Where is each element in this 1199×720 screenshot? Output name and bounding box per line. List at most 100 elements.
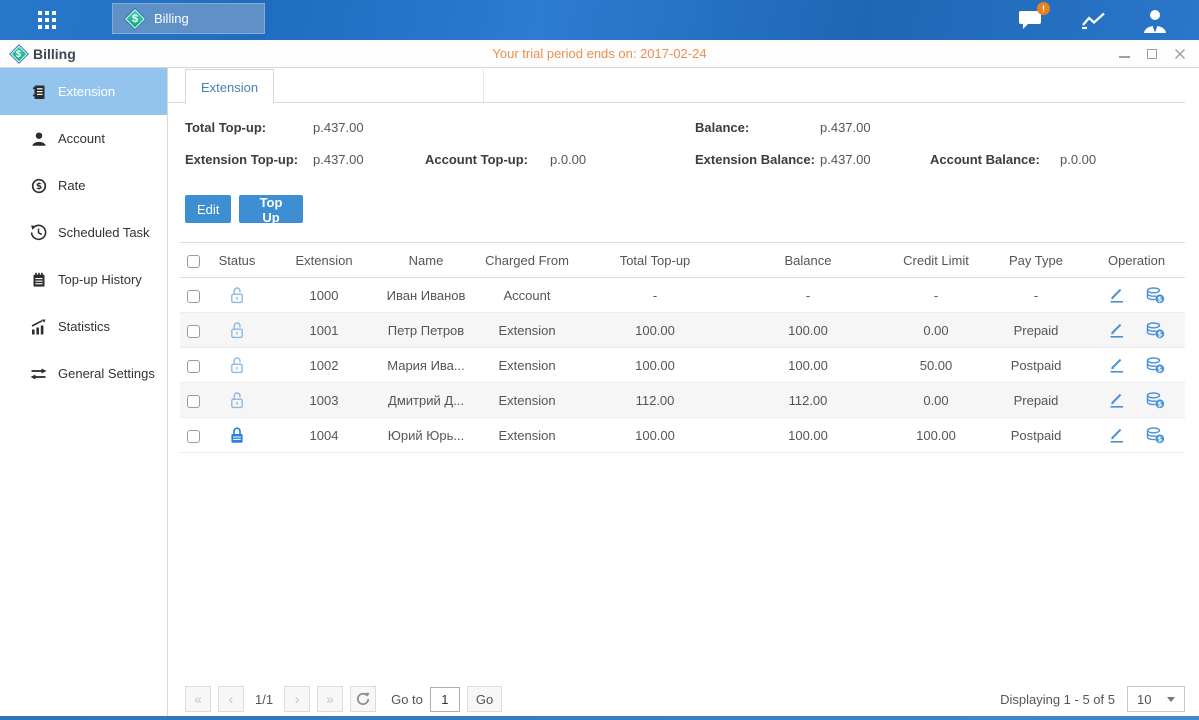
edit-row-icon[interactable] — [1108, 426, 1126, 444]
row-checkbox[interactable] — [187, 430, 200, 443]
row-checkbox[interactable] — [187, 360, 200, 373]
cell-credit-limit: 0.00 — [888, 313, 984, 348]
row-checkbox[interactable] — [187, 290, 200, 303]
sidebar-item-rate[interactable]: $ Rate — [0, 162, 167, 209]
extension-balance-value: p.437.00 — [820, 152, 871, 167]
edit-row-icon[interactable] — [1108, 286, 1126, 304]
unlocked-icon[interactable] — [229, 286, 245, 305]
general-settings-icon — [30, 365, 47, 382]
statistics-icon — [30, 318, 47, 335]
sidebar-item-extension[interactable]: Extension — [0, 68, 167, 115]
cell-extension: 1004 — [268, 418, 380, 453]
cell-charged-from: Extension — [472, 313, 582, 348]
prev-page-button[interactable]: ‹ — [218, 686, 244, 712]
edit-button[interactable]: Edit — [185, 195, 231, 223]
cell-credit-limit: - — [888, 278, 984, 313]
cell-name: Петр Петров — [380, 313, 472, 348]
edit-row-icon[interactable] — [1108, 391, 1126, 409]
extension-icon — [30, 83, 47, 100]
sidebar-item-account[interactable]: Account — [0, 115, 167, 162]
account-balance-label: Account Balance: — [930, 152, 1040, 167]
sidebar-item-label: General Settings — [58, 366, 155, 381]
statistics-trend-icon[interactable] — [1077, 7, 1109, 33]
cell-balance: 100.00 — [728, 313, 888, 348]
unlocked-icon[interactable] — [229, 321, 245, 340]
table-row[interactable]: 1003 Дмитрий Д... Extension 112.00 112.0… — [180, 383, 1185, 418]
table-row[interactable]: 1002 Мария Ива... Extension 100.00 100.0… — [180, 348, 1185, 383]
app-tab-billing[interactable]: $ Billing — [112, 3, 265, 34]
page-size-select[interactable]: 10 — [1127, 686, 1185, 712]
topup-row-icon[interactable]: $ — [1145, 287, 1165, 304]
tab-extension[interactable]: Extension — [185, 69, 274, 104]
sidebar-item-statistics[interactable]: Statistics — [0, 303, 167, 350]
cell-charged-from: Account — [472, 278, 582, 313]
scheduled-task-icon — [30, 224, 47, 241]
table-row[interactable]: 1001 Петр Петров Extension 100.00 100.00… — [180, 313, 1185, 348]
window-bottom-edge — [0, 716, 1199, 720]
notification-badge: ! — [1037, 2, 1050, 15]
sidebar-item-topup-history[interactable]: Top-up History — [0, 256, 167, 303]
row-checkbox[interactable] — [187, 395, 200, 408]
header-operation: Operation — [1088, 243, 1185, 278]
cell-pay-type: Postpaid — [984, 418, 1088, 453]
window-titlebar: $ Billing Your trial period ends on: 201… — [0, 40, 1199, 68]
cell-total-topup: 112.00 — [582, 383, 728, 418]
unlocked-icon[interactable] — [229, 391, 245, 410]
first-page-button[interactable]: « — [185, 686, 211, 712]
extension-topup-label: Extension Top-up: — [185, 152, 298, 167]
tab-strip-divider — [483, 69, 484, 102]
sidebar-item-general-settings[interactable]: General Settings — [0, 350, 167, 397]
unlocked-icon[interactable] — [229, 356, 245, 375]
go-button[interactable]: Go — [467, 686, 502, 712]
total-topup-label: Total Top-up: — [185, 120, 266, 135]
edit-row-icon[interactable] — [1108, 321, 1126, 339]
user-icon[interactable] — [1139, 7, 1171, 33]
cell-name: Мария Ива... — [380, 348, 472, 383]
svg-text:$: $ — [1158, 435, 1163, 443]
topup-row-icon[interactable]: $ — [1145, 392, 1165, 409]
header-pay-type: Pay Type — [984, 243, 1088, 278]
header-extension: Extension — [268, 243, 380, 278]
account-topup-label: Account Top-up: — [425, 152, 528, 167]
messages-icon[interactable]: ! — [1015, 7, 1047, 33]
svg-text:$: $ — [35, 182, 41, 192]
sidebar-item-label: Top-up History — [58, 272, 142, 287]
cell-name: Дмитрий Д... — [380, 383, 472, 418]
topup-row-icon[interactable]: $ — [1145, 322, 1165, 339]
table-row[interactable]: 1004 Юрий Юрь... Extension 100.00 100.00… — [180, 418, 1185, 453]
cell-name: Юрий Юрь... — [380, 418, 472, 453]
topup-row-icon[interactable]: $ — [1145, 427, 1165, 444]
cell-total-topup: 100.00 — [582, 313, 728, 348]
table-row[interactable]: 1000 Иван Иванов Account - - - - $ — [180, 278, 1185, 313]
select-all-checkbox[interactable] — [187, 255, 200, 268]
last-page-button[interactable]: » — [317, 686, 343, 712]
sidebar-item-scheduled-task[interactable]: Scheduled Task — [0, 209, 167, 256]
display-info: Displaying 1 - 5 of 5 10 — [1000, 686, 1185, 712]
window-title: Billing — [33, 46, 76, 62]
row-checkbox[interactable] — [187, 325, 200, 338]
displaying-text: Displaying 1 - 5 of 5 — [1000, 692, 1115, 707]
sidebar: Extension Account $ Rate — [0, 68, 168, 716]
navbar-icons: ! — [1015, 0, 1171, 40]
app-launcher-icon[interactable] — [38, 11, 56, 29]
close-icon[interactable] — [1173, 47, 1187, 61]
rate-icon: $ — [30, 177, 47, 194]
table-header-row: Status Extension Name Charged From Total… — [180, 243, 1185, 278]
table-body: 1000 Иван Иванов Account - - - - $ — [180, 278, 1185, 453]
refresh-button[interactable] — [350, 686, 376, 712]
svg-text:$: $ — [1158, 400, 1163, 408]
topup-row-icon[interactable]: $ — [1145, 357, 1165, 374]
locked-icon[interactable] — [229, 426, 245, 445]
header-status: Status — [206, 243, 268, 278]
cell-balance: - — [728, 278, 888, 313]
account-icon — [30, 130, 47, 147]
next-page-button[interactable]: › — [284, 686, 310, 712]
extension-topup-value: p.437.00 — [313, 152, 364, 167]
minimize-icon[interactable] — [1117, 47, 1131, 61]
edit-row-icon[interactable] — [1108, 356, 1126, 374]
goto-page-input[interactable] — [430, 687, 460, 712]
maximize-icon[interactable] — [1145, 47, 1159, 61]
topup-button[interactable]: Top Up — [239, 195, 303, 223]
goto-label: Go to — [391, 692, 423, 707]
page-indicator: 1/1 — [255, 692, 273, 707]
